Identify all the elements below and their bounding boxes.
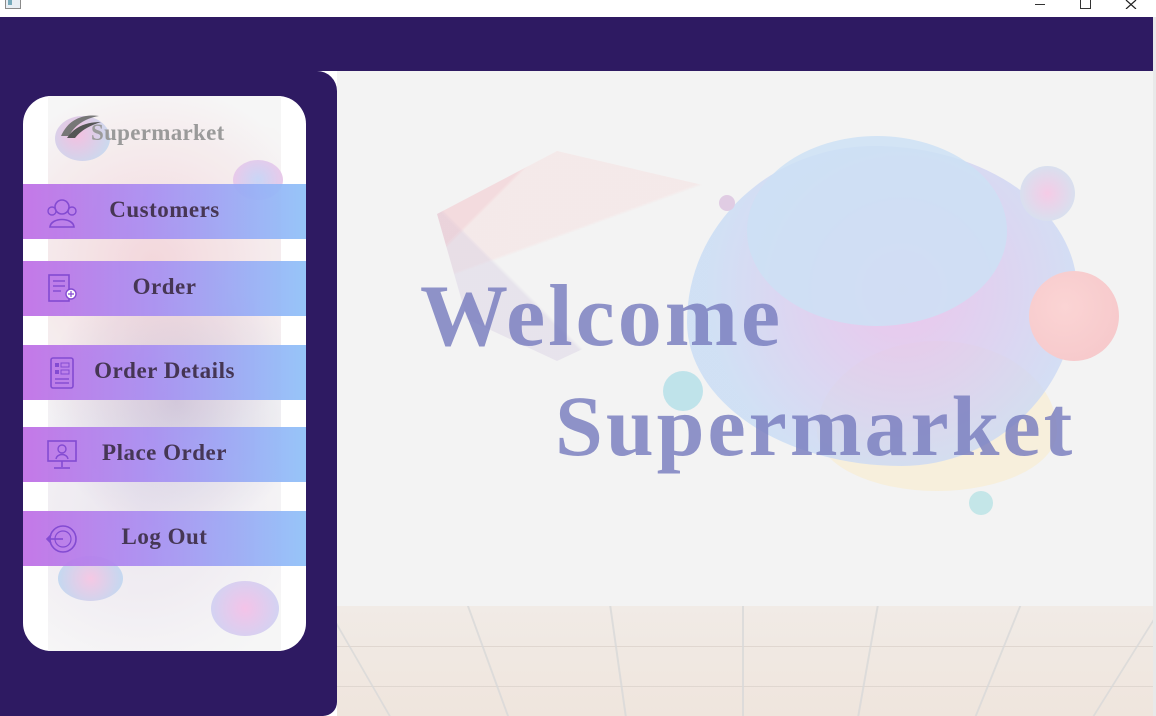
place-order-label: Place Order	[102, 440, 227, 465]
pink-circle-decoration	[1020, 166, 1075, 221]
minimize-icon	[1035, 4, 1045, 5]
customers-label: Customers	[109, 197, 220, 222]
maximize-icon	[1079, 0, 1091, 9]
header-bar	[0, 17, 1153, 71]
place-order-button[interactable]: Place Order	[23, 427, 306, 482]
close-icon	[1125, 0, 1137, 10]
app-logo: Supermarket	[59, 110, 269, 150]
order-details-label: Order Details	[94, 358, 235, 383]
app-icon	[5, 0, 21, 9]
logo-text: Supermarket	[91, 120, 225, 145]
wooden-floor-decoration	[337, 606, 1153, 716]
blue-blob-decoration	[747, 136, 1007, 326]
order-button[interactable]: Order	[23, 261, 306, 316]
customers-button[interactable]: Customers	[23, 184, 306, 239]
supermarket-heading: Supermarket	[555, 378, 1076, 474]
window-titlebar	[0, 0, 1156, 17]
close-button[interactable]	[1119, 0, 1143, 12]
small-dot-decoration	[719, 195, 735, 211]
logout-label: Log Out	[121, 524, 208, 549]
order-details-button[interactable]: Order Details	[23, 345, 306, 400]
logout-button[interactable]: Log Out	[23, 511, 306, 566]
menu-card: Supermarket Customers Order Order Detail…	[23, 96, 306, 651]
order-label: Order	[132, 274, 197, 299]
peach-circle-decoration	[1029, 271, 1119, 361]
pink-blob-decoration	[211, 581, 279, 636]
main-content: Welcome Supermarket	[337, 71, 1153, 716]
teal-dot-decoration	[969, 491, 993, 515]
welcome-heading: Welcome	[420, 268, 784, 365]
maximize-button[interactable]	[1073, 0, 1097, 12]
minimize-button[interactable]	[1028, 0, 1052, 12]
